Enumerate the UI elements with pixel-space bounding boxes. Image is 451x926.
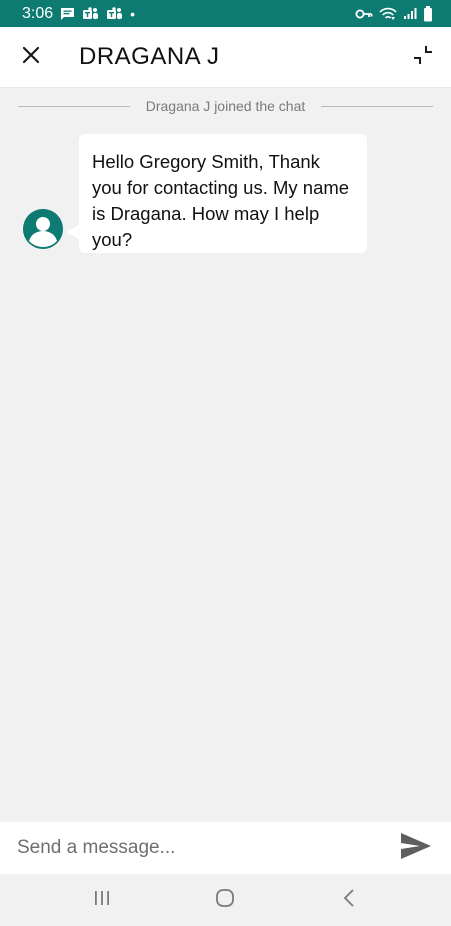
- send-button[interactable]: [381, 822, 451, 874]
- chat-header: DRAGANA J: [0, 27, 451, 88]
- back-icon: [342, 888, 356, 913]
- recent-apps-button[interactable]: [72, 874, 132, 926]
- home-icon: [215, 888, 235, 913]
- message-composer: [0, 822, 451, 874]
- divider: [18, 105, 130, 107]
- chat-screen: 3:06 • DRAGANA J Dragana J joined the ch…: [0, 0, 451, 926]
- status-dot: •: [130, 5, 136, 22]
- page-title: DRAGANA J: [79, 43, 220, 70]
- signal-icon: [403, 7, 417, 20]
- send-icon: [400, 832, 432, 865]
- minimize-button[interactable]: [395, 27, 451, 88]
- close-icon: [22, 46, 40, 69]
- back-button[interactable]: [319, 874, 379, 926]
- status-left: 3:06 •: [22, 5, 135, 23]
- wifi-icon: [379, 7, 397, 21]
- agent-joined-notice: Dragana J joined the chat: [18, 96, 433, 116]
- status-time: 3:06: [22, 4, 54, 22]
- system-nav-bar: [0, 874, 451, 926]
- message-text: Hello Gregory Smith, Thank you for conta…: [92, 151, 350, 250]
- close-button[interactable]: [0, 27, 62, 88]
- status-right: [355, 5, 433, 22]
- teams-icon: [106, 6, 123, 21]
- divider: [321, 105, 433, 107]
- minimize-icon: [412, 44, 434, 71]
- message-input[interactable]: [0, 822, 381, 874]
- message-notification-icon: [60, 7, 75, 21]
- agent-avatar: [23, 209, 63, 249]
- home-button[interactable]: [195, 874, 255, 926]
- message-bubble: Hello Gregory Smith, Thank you for conta…: [79, 134, 367, 253]
- teams-icon: [82, 6, 99, 21]
- battery-icon: [423, 5, 433, 22]
- system-message: Dragana J joined the chat: [145, 98, 306, 114]
- person-avatar-icon: [23, 209, 63, 249]
- vpn-key-icon: [355, 8, 373, 20]
- recent-apps-icon: [93, 889, 111, 912]
- status-bar: 3:06 •: [0, 0, 451, 27]
